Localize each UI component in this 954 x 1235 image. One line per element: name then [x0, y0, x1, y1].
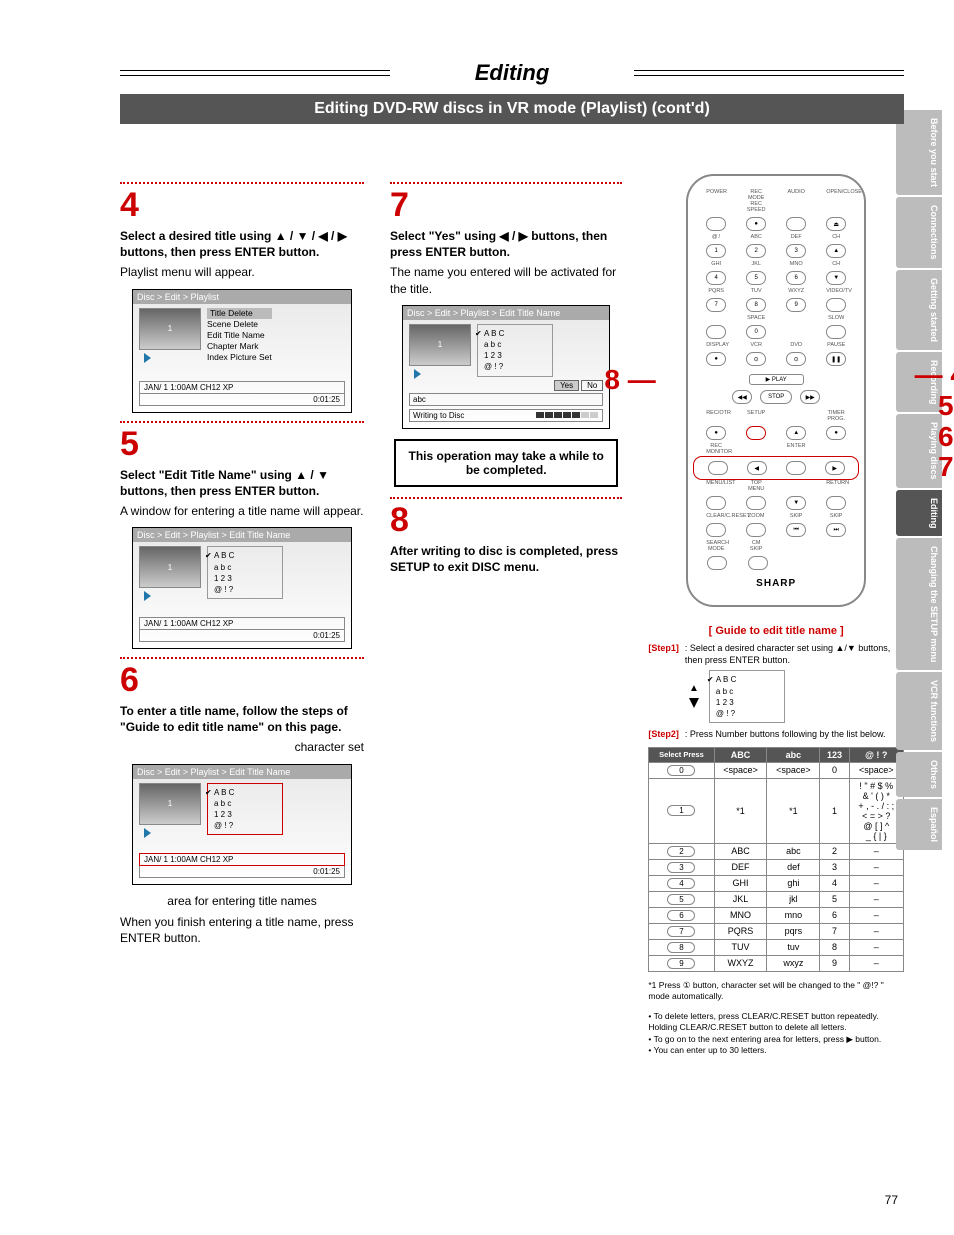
- charset-box: A B C a b c 1 2 3 @ ! ?: [709, 670, 785, 723]
- breadcrumb: Disc > Edit > Playlist > Edit Title Name: [133, 528, 351, 542]
- step5-heading: Select "Edit Title Name" using ▲ / ▼ but…: [120, 467, 364, 499]
- step5-screen: Disc > Edit > Playlist > Edit Title Name…: [132, 527, 352, 649]
- stop-button: STOP: [760, 390, 792, 404]
- brand-logo: SHARP: [696, 578, 856, 589]
- callout-4567: — 4 5 6 7: [915, 360, 954, 483]
- play-button: ▶ PLAY: [749, 374, 804, 385]
- breadcrumb: Disc > Edit > Playlist > Edit Title Name: [133, 765, 351, 779]
- step4-screen: Disc > Edit > Playlist 1 Title Delete Sc…: [132, 289, 352, 413]
- section-tab[interactable]: Español: [896, 799, 942, 850]
- enter-button: [786, 461, 806, 475]
- step7-number: 7: [390, 188, 622, 222]
- eject-button: ⏏: [826, 217, 846, 231]
- confirm-buttons: YesNo: [409, 381, 603, 390]
- step6-screen: Disc > Edit > Playlist > Edit Title Name…: [132, 764, 352, 886]
- breadcrumb: Disc > Edit > Playlist: [133, 290, 351, 304]
- charset-box: A B C a b c 1 2 3 @ ! ?: [207, 783, 283, 836]
- thumbnail-icon: 1: [409, 324, 471, 366]
- step8-number: 8: [390, 503, 622, 537]
- step4-heading: Select a desired title using ▲ / ▼ / ◀ /…: [120, 228, 364, 260]
- step6-label-top: character set: [120, 739, 364, 755]
- ff-button: ▶▶: [800, 390, 820, 404]
- page-title: Editing: [120, 60, 904, 86]
- step7-heading: Select "Yes" using ◀ / ▶ buttons, then p…: [390, 228, 622, 260]
- step4-body: Playlist menu will appear.: [120, 264, 364, 280]
- power-button: [706, 217, 726, 231]
- guide-step2-tag: [Step2]: [648, 729, 679, 741]
- rew-button: ◀◀: [732, 390, 752, 404]
- step5-body: A window for entering a title name will …: [120, 503, 364, 519]
- step4-number: 4: [120, 188, 364, 222]
- guide-step2-body: : Press Number buttons following by the …: [685, 729, 904, 741]
- page-subtitle: Editing DVD-RW discs in VR mode (Playlis…: [120, 94, 904, 124]
- page-number: 77: [885, 1193, 898, 1207]
- guide-title: [ Guide to edit title name ]: [648, 625, 904, 637]
- guide-footnote: *1 Press ① button, character set will be…: [648, 980, 904, 1003]
- step5-number: 5: [120, 427, 364, 461]
- guide-step1-tag: [Step1]: [648, 643, 679, 723]
- setup-button: [746, 426, 766, 440]
- column-left: 4 Select a desired title using ▲ / ▼ / ◀…: [120, 174, 364, 1057]
- playlist-menu: Title Delete Scene Delete Edit Title Nam…: [207, 308, 272, 363]
- step6-after: When you finish entering a title name, p…: [120, 914, 364, 946]
- guide-step1-body: : Select a desired character set using ▲…: [685, 643, 904, 723]
- breadcrumb: Disc > Edit > Playlist > Edit Title Name: [403, 306, 609, 320]
- column-right: POWERREC MODE REC SPEEDAUDIOOPEN/CLOSE ●…: [648, 174, 904, 1057]
- charset-box: A B C a b c 1 2 3 @ ! ?: [207, 546, 283, 599]
- step6-heading: To enter a title name, follow the steps …: [120, 703, 364, 735]
- charset-box: A B C a b c 1 2 3 @ ! ?: [477, 324, 553, 377]
- remote-diagram: POWERREC MODE REC SPEEDAUDIOOPEN/CLOSE ●…: [686, 174, 866, 607]
- step6-label-bottom: area for entering title names: [120, 893, 364, 909]
- section-tab[interactable]: Others: [896, 752, 942, 797]
- column-middle: 7 Select "Yes" using ◀ / ▶ buttons, then…: [390, 174, 622, 1057]
- character-table: Select Press ABC abc 123 @ ! ? 0<space><…: [648, 747, 904, 972]
- rec-button: ●: [746, 217, 766, 231]
- step8-heading: After writing to disc is completed, pres…: [390, 543, 622, 575]
- callout-warning: This operation may take a while to be co…: [394, 439, 618, 487]
- section-tab[interactable]: VCR functions: [896, 672, 942, 750]
- thumbnail-icon: 1: [139, 546, 201, 588]
- arrow-down-icon: [689, 698, 699, 708]
- guide-bullets: • To delete letters, press CLEAR/C.RESET…: [648, 1011, 904, 1057]
- step6-number: 6: [120, 663, 364, 697]
- thumbnail-icon: 1: [139, 308, 201, 350]
- thumbnail-icon: 1: [139, 783, 201, 825]
- callout-8: 8 —: [604, 364, 655, 396]
- progress-icon: [536, 411, 599, 420]
- step7-screen: Disc > Edit > Playlist > Edit Title Name…: [402, 305, 610, 429]
- step7-body: The name you entered will be activated f…: [390, 264, 622, 296]
